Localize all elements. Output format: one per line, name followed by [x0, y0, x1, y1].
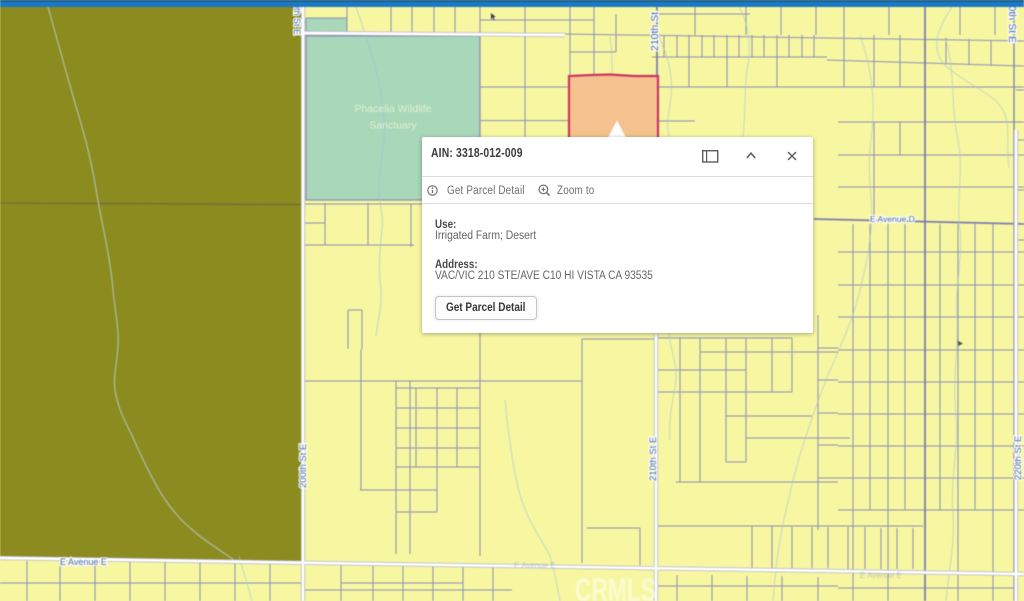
svg-text:Phacelia Wildlife: Phacelia Wildlife — [354, 103, 431, 115]
svg-text:E Avenue E: E Avenue E — [514, 561, 556, 570]
svg-text:CRMLS: CRMLS — [575, 572, 656, 601]
svg-text:E Avenue D: E Avenue D — [870, 214, 915, 224]
svg-text:210th St: 210th St — [649, 12, 661, 51]
svg-text:E Avenue E: E Avenue E — [860, 571, 902, 580]
svg-text:200th St E: 200th St E — [298, 444, 309, 488]
svg-text:E Avenue E: E Avenue E — [60, 557, 107, 567]
svg-text:220th St E: 220th St E — [1013, 436, 1024, 480]
svg-text:210th St E: 210th St E — [648, 437, 659, 481]
svg-text:Sanctuary: Sanctuary — [369, 120, 417, 132]
